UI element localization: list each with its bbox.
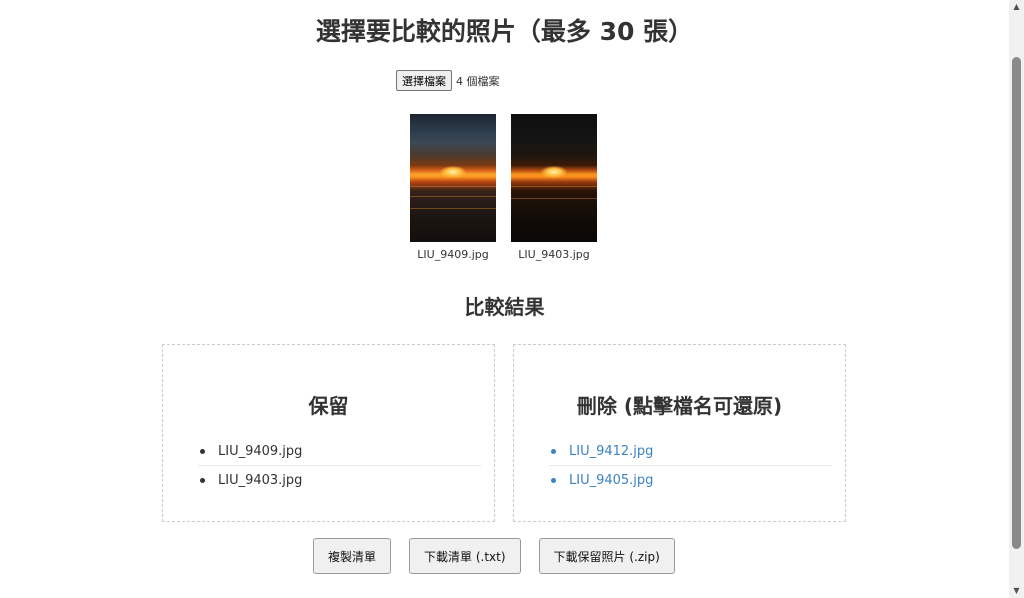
delete-list: LIU_9412.jpg LIU_9405.jpg bbox=[549, 437, 832, 495]
sunset-photo-thumbnail bbox=[410, 114, 496, 242]
download-list-button[interactable]: 下載清單 (.txt) bbox=[409, 538, 521, 574]
sun-glow bbox=[440, 166, 466, 178]
sun-glow bbox=[541, 166, 567, 178]
delete-filename-link[interactable]: LIU_9405.jpg bbox=[569, 473, 653, 488]
bullet-icon bbox=[200, 478, 205, 483]
keep-list: LIU_9409.jpg LIU_9403.jpg bbox=[198, 437, 481, 495]
keep-heading: 保留 bbox=[308, 394, 349, 418]
copy-list-button[interactable]: 複製清單 bbox=[313, 538, 392, 574]
page: 選擇要比較的照片（最多 30 張） 選擇檔案 4 個檔案 LIU_9409.jp… bbox=[0, 0, 1009, 598]
bullet-icon bbox=[551, 449, 556, 454]
sunset-photo-thumbnail bbox=[511, 114, 597, 242]
thumbnail-card[interactable]: LIU_9409.jpg bbox=[410, 114, 496, 263]
water-ripple bbox=[410, 208, 496, 209]
scroll-up-arrow-icon[interactable]: ▲ bbox=[1009, 0, 1024, 14]
keep-filename: LIU_9409.jpg bbox=[218, 444, 303, 459]
water-ripple bbox=[511, 186, 597, 187]
water-ripple bbox=[410, 186, 496, 187]
thumbnail-grid: LIU_9409.jpg LIU_9403.jpg bbox=[410, 114, 597, 263]
vertical-scrollbar[interactable]: ▲ ▼ bbox=[1009, 0, 1024, 598]
choose-files-button[interactable]: 選擇檔案 bbox=[396, 70, 452, 91]
delete-panel: 刪除 (點擊檔名可還原) LIU_9412.jpg LIU_9405.jpg bbox=[513, 344, 846, 522]
thumbnail-filename: LIU_9409.jpg bbox=[417, 248, 489, 261]
water-ripple bbox=[410, 196, 496, 197]
scrollbar-thumb[interactable] bbox=[1012, 57, 1021, 549]
keep-list-item: LIU_9403.jpg bbox=[198, 466, 481, 495]
water-ripple bbox=[511, 198, 597, 199]
bullet-icon bbox=[551, 478, 556, 483]
keep-list-item: LIU_9409.jpg bbox=[198, 437, 481, 466]
page-title: 選擇要比較的照片（最多 30 張） bbox=[315, 17, 694, 46]
download-zip-button[interactable]: 下載保留照片 (.zip) bbox=[538, 538, 675, 574]
scroll-down-arrow-icon[interactable]: ▼ bbox=[1009, 584, 1024, 598]
file-count-status: 4 個檔案 bbox=[456, 74, 500, 88]
keep-panel: 保留 LIU_9409.jpg LIU_9403.jpg bbox=[162, 344, 495, 522]
file-input-row: 選擇檔案 4 個檔案 bbox=[396, 70, 500, 91]
delete-list-item[interactable]: LIU_9412.jpg bbox=[549, 437, 832, 466]
delete-filename-link[interactable]: LIU_9412.jpg bbox=[569, 444, 653, 459]
results-title: 比較結果 bbox=[464, 295, 545, 319]
thumbnail-card[interactable]: LIU_9403.jpg bbox=[511, 114, 597, 263]
thumbnail-filename: LIU_9403.jpg bbox=[518, 248, 590, 261]
keep-filename: LIU_9403.jpg bbox=[218, 473, 303, 488]
bullet-icon bbox=[200, 449, 205, 454]
action-buttons: 複製清單 下載清單 (.txt) 下載保留照片 (.zip) bbox=[313, 538, 675, 574]
delete-list-item[interactable]: LIU_9405.jpg bbox=[549, 466, 832, 495]
delete-heading: 刪除 (點擊檔名可還原) bbox=[576, 394, 783, 418]
